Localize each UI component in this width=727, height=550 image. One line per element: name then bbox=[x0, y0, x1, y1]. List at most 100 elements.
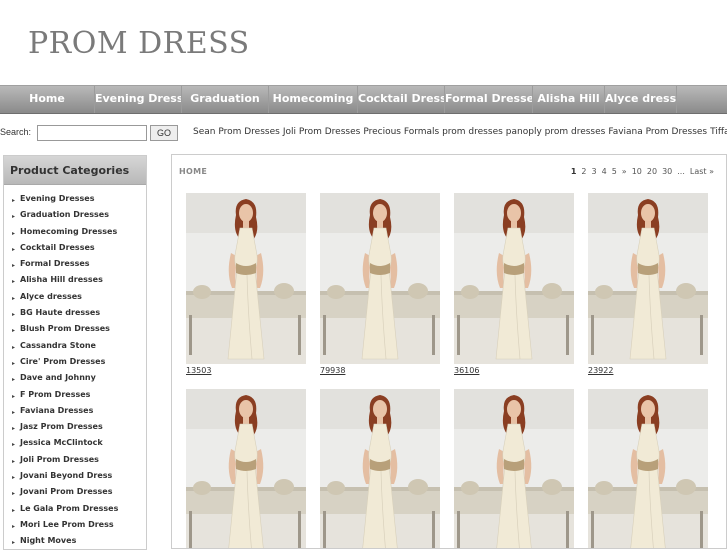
arrow-right-icon: ▸ bbox=[12, 522, 16, 530]
dress-photo[interactable] bbox=[320, 193, 440, 364]
sidebar-item-label: Homecoming Dresses bbox=[20, 226, 118, 236]
sidebar-item-label: Faviana Dresses bbox=[20, 405, 94, 415]
page-link[interactable]: ... bbox=[677, 167, 685, 176]
page-link[interactable]: 1 bbox=[571, 167, 577, 176]
quick-link[interactable]: Precious Formals prom dresses bbox=[363, 127, 502, 137]
dress-photo[interactable] bbox=[588, 193, 708, 364]
sidebar-item[interactable]: ▸ Mori Lee Prom Dress bbox=[4, 517, 146, 533]
product-code-link[interactable]: 36106 bbox=[454, 366, 479, 375]
sidebar-item-label: Cassandra Stone bbox=[20, 340, 96, 350]
sidebar-item[interactable]: ▸ Jasz Prom Dresses bbox=[4, 419, 146, 435]
site-logo[interactable]: PROM DRESS bbox=[28, 26, 250, 61]
nav-item-alisha-hill[interactable]: Alisha Hill bbox=[533, 86, 605, 113]
quick-link[interactable]: Faviana Prom Dresses bbox=[608, 127, 707, 137]
arrow-right-icon: ▸ bbox=[12, 441, 16, 449]
arrow-right-icon: ▸ bbox=[12, 539, 16, 547]
nav-item-formal-dresses[interactable]: Formal Dresses bbox=[445, 86, 533, 113]
search-input[interactable] bbox=[37, 125, 147, 141]
search-quick-links: Sean Prom Dresses Joli Prom Dresses Precio… bbox=[193, 125, 727, 139]
quick-link[interactable]: Tiffany Prom bbox=[710, 127, 727, 137]
quick-link[interactable]: Sean Prom Dresses bbox=[193, 127, 280, 137]
sidebar-title: Product Categories bbox=[10, 164, 130, 177]
page-link[interactable]: Last » bbox=[690, 167, 714, 176]
sidebar-item-label: Joli Prom Dresses bbox=[20, 454, 99, 464]
arrow-right-icon: ▸ bbox=[12, 213, 16, 221]
dress-photo[interactable] bbox=[454, 193, 574, 364]
quick-link[interactable]: panoply prom dresses bbox=[506, 127, 606, 137]
product-card[interactable] bbox=[320, 389, 440, 549]
page-link[interactable]: » bbox=[622, 167, 627, 176]
dress-photo[interactable] bbox=[186, 389, 306, 549]
sidebar-item[interactable]: ▸ Cassandra Stone bbox=[4, 338, 146, 354]
pagination: 1 2 3 4 5 » 10 20 30... Last » bbox=[566, 167, 714, 176]
product-card[interactable]: 79938 bbox=[320, 193, 440, 375]
sidebar-item[interactable]: ▸ Graduation Dresses bbox=[4, 207, 146, 223]
arrow-right-icon: ▸ bbox=[12, 262, 16, 270]
sidebar-item[interactable]: ▸ Joli Prom Dresses bbox=[4, 452, 146, 468]
product-card[interactable]: 23922 bbox=[588, 193, 708, 375]
sidebar-item[interactable]: ▸ Evening Dresses bbox=[4, 191, 146, 207]
product-card[interactable] bbox=[186, 389, 306, 549]
sidebar-item[interactable]: ▸ Cire' Prom Dresses bbox=[4, 354, 146, 370]
product-code-link[interactable]: 79938 bbox=[320, 366, 345, 375]
sidebar-item[interactable]: ▸ Jessica McClintock bbox=[4, 435, 146, 451]
dress-photo[interactable] bbox=[588, 389, 708, 549]
sidebar-item[interactable]: ▸ Night Moves bbox=[4, 533, 146, 549]
nav-item-alyce-dresses[interactable]: Alyce dresses bbox=[605, 86, 677, 113]
sidebar-item[interactable]: ▸ Jovani Beyond Dress bbox=[4, 468, 146, 484]
page-link[interactable]: 10 bbox=[632, 167, 642, 176]
search-bar: Search: GO Sean Prom Dresses Joli Prom Dr… bbox=[0, 125, 727, 141]
sidebar-item-label: Evening Dresses bbox=[20, 194, 95, 203]
sidebar-item-label: Alisha Hill dresses bbox=[20, 275, 103, 285]
page-link[interactable]: 5 bbox=[612, 167, 617, 176]
sidebar-item[interactable]: ▸ Cocktail Dresses bbox=[4, 240, 146, 256]
quick-link[interactable]: Joli Prom Dresses bbox=[283, 127, 361, 137]
arrow-right-icon: ▸ bbox=[12, 327, 16, 335]
arrow-right-icon: ▸ bbox=[12, 425, 16, 433]
sidebar-item-label: Jovani Beyond Dress bbox=[20, 471, 113, 481]
arrow-right-icon: ▸ bbox=[12, 506, 16, 514]
product-code-link[interactable]: 23922 bbox=[588, 366, 613, 375]
dress-photo[interactable] bbox=[454, 389, 574, 549]
sidebar-item-label: Mori Lee Prom Dress bbox=[20, 519, 114, 529]
sidebar-item[interactable]: ▸ Homecoming Dresses bbox=[4, 224, 146, 240]
sidebar-item[interactable]: ▸ Alyce dresses bbox=[4, 289, 146, 305]
nav-item-evening-dresses[interactable]: Evening Dresses bbox=[95, 86, 182, 113]
product-card[interactable] bbox=[454, 389, 574, 549]
arrow-right-icon: ▸ bbox=[12, 359, 16, 367]
product-code-link[interactable]: 13503 bbox=[186, 366, 211, 375]
page-link[interactable]: 30 bbox=[662, 167, 672, 176]
sidebar-item-label: BG Haute dresses bbox=[20, 308, 101, 318]
sidebar-item[interactable]: ▸ Le Gala Prom Dresses bbox=[4, 501, 146, 517]
sidebar-item[interactable]: ▸ Blush Prom Dresses bbox=[4, 321, 146, 337]
page-link[interactable]: 2 bbox=[581, 167, 586, 176]
nav-item-home[interactable]: Home bbox=[0, 86, 95, 113]
go-button[interactable]: GO bbox=[150, 125, 178, 141]
dress-photo[interactable] bbox=[186, 193, 306, 364]
sidebar-item[interactable]: ▸ BG Haute dresses bbox=[4, 305, 146, 321]
page-link[interactable]: 3 bbox=[592, 167, 597, 176]
product-card[interactable]: 36106 bbox=[454, 193, 574, 375]
nav-item-graduation[interactable]: Graduation bbox=[182, 86, 269, 113]
nav-item-cocktail-dresses[interactable]: Cocktail Dresses bbox=[358, 86, 445, 113]
nav-item-homecoming[interactable]: Homecoming bbox=[269, 86, 358, 113]
product-card[interactable]: 13503 bbox=[186, 193, 306, 375]
sidebar-item[interactable]: ▸ Formal Dresses bbox=[4, 256, 146, 272]
sidebar-item[interactable]: ▸ Alisha Hill dresses bbox=[4, 272, 146, 288]
sidebar-item[interactable]: ▸ Dave and Johnny bbox=[4, 370, 146, 386]
arrow-right-icon: ▸ bbox=[12, 457, 16, 465]
page-link[interactable]: 20 bbox=[647, 167, 657, 176]
sidebar-item-label: Jasz Prom Dresses bbox=[20, 422, 103, 432]
dress-photo[interactable] bbox=[320, 389, 440, 549]
sidebar-item[interactable]: ▸ F Prom Dresses bbox=[4, 387, 146, 403]
breadcrumb[interactable]: HOME bbox=[179, 167, 207, 176]
sidebar-item-label: Alyce dresses bbox=[20, 291, 82, 301]
sidebar-item[interactable]: ▸ Faviana Dresses bbox=[4, 403, 146, 419]
page-link[interactable]: 4 bbox=[602, 167, 607, 176]
sidebar-item-label: Blush Prom Dresses bbox=[20, 324, 110, 334]
sidebar-header: Product Categories bbox=[4, 156, 146, 185]
product-card[interactable] bbox=[588, 389, 708, 549]
sidebar-item[interactable]: ▸ Jovani Prom Dresses bbox=[4, 484, 146, 500]
arrow-right-icon: ▸ bbox=[12, 197, 16, 204]
arrow-right-icon: ▸ bbox=[12, 229, 16, 237]
